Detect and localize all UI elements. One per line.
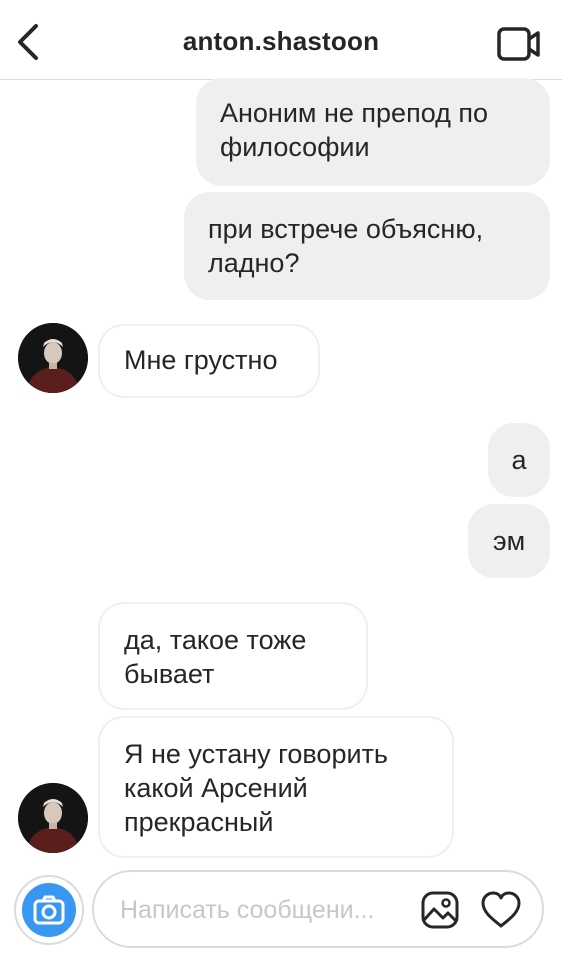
message-bubble-incoming[interactable]: Я не устану говорить какой Арсений прекр… — [98, 716, 454, 858]
heart-icon — [481, 891, 521, 928]
video-camera-icon — [497, 27, 540, 61]
message-bubble-incoming[interactable]: да, такое тоже бывает — [98, 602, 368, 710]
camera-button-fill — [22, 883, 76, 937]
avatar[interactable] — [18, 783, 88, 853]
message-bubble-outgoing[interactable]: а — [488, 423, 550, 497]
camera-button[interactable] — [14, 875, 84, 945]
message-text: Аноним не препод по философии — [220, 98, 489, 162]
message-input[interactable] — [120, 890, 405, 930]
message-bubble-incoming[interactable]: Мне грустно — [98, 324, 320, 398]
message-bubble-outgoing[interactable]: Аноним не препод по философии — [196, 78, 550, 186]
message-text: а — [511, 445, 527, 475]
message-text: Я не устану говорить какой Арсений прекр… — [124, 739, 388, 837]
message-text: при встрече объясню, ладно? — [208, 214, 484, 278]
camera-icon — [33, 895, 65, 925]
profile-photo — [18, 783, 88, 853]
gallery-button[interactable] — [420, 890, 460, 930]
message-composer — [92, 870, 544, 948]
message-text: да, такое тоже бывает — [124, 625, 307, 689]
like-button[interactable] — [480, 890, 522, 930]
profile-photo — [18, 323, 88, 393]
message-text: Мне грустно — [124, 345, 278, 375]
direct-message-screen: anton.shastoon Аноним не препод по филос… — [0, 0, 562, 960]
avatar[interactable] — [18, 323, 88, 393]
message-bubble-outgoing[interactable]: при встрече объясню, ладно? — [184, 192, 550, 300]
message-bubble-outgoing[interactable]: эм — [468, 504, 550, 578]
chat-header: anton.shastoon — [0, 0, 562, 80]
video-call-button[interactable] — [496, 24, 542, 64]
gallery-icon — [421, 891, 459, 929]
chat-title[interactable]: anton.shastoon — [0, 26, 562, 57]
message-text: эм — [492, 526, 526, 556]
